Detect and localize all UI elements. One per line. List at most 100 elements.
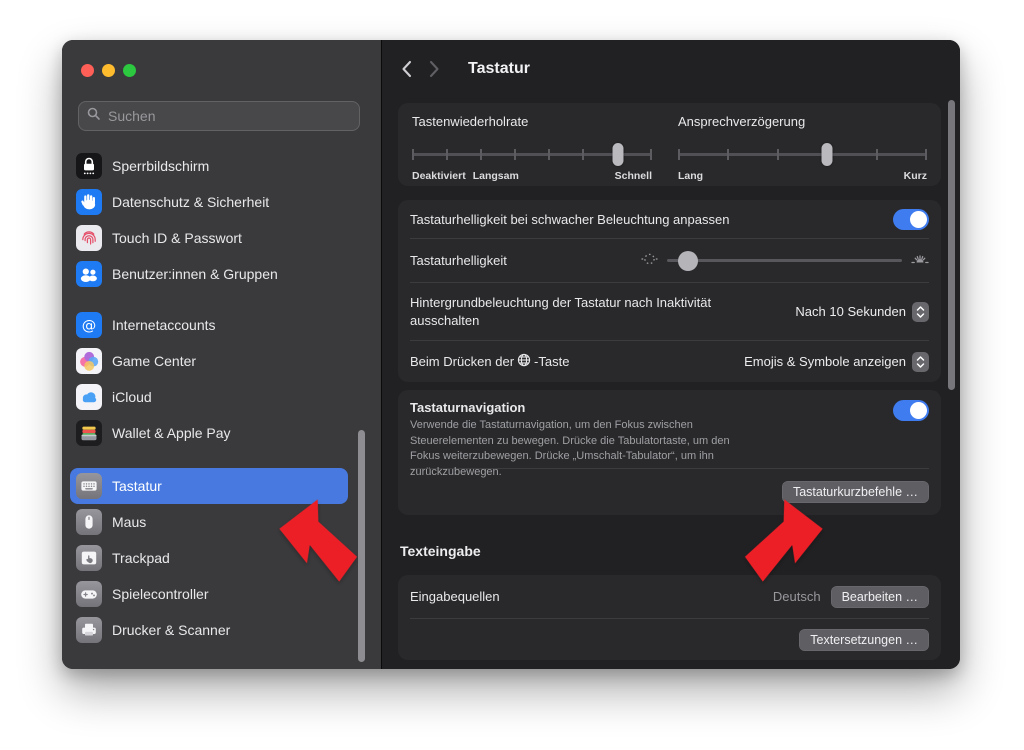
cloud-icon <box>76 384 102 410</box>
scale-label-max: Schnell <box>615 170 652 182</box>
forward-button[interactable] <box>420 55 448 83</box>
brightness-card: Tastaturhelligkeit bei schwacher Beleuch… <box>398 200 941 382</box>
backlight-timeout-pulldown[interactable]: Nach 10 Sekunden <box>795 302 929 322</box>
annotation-arrow-tastatur <box>272 490 369 595</box>
zoom-button[interactable] <box>123 64 136 77</box>
brightness-high-icon <box>911 250 929 272</box>
sidebar-item-datenschutz[interactable]: Datenschutz & Sicherheit <box>70 184 348 220</box>
sidebar-item-label: Game Center <box>112 353 196 369</box>
key-repeat-scale-labels: Deaktiviert Langsam Schnell <box>412 170 652 182</box>
sidebar-item-label: iCloud <box>112 389 152 405</box>
scale-label-min: Lang <box>678 170 703 182</box>
globe-label-prefix: Beim Drücken der <box>410 354 514 369</box>
delay-label: Ansprechverzögerung <box>678 114 927 129</box>
sidebar-item-label: Touch ID & Passwort <box>112 230 242 246</box>
svg-text:@: @ <box>82 318 97 334</box>
slider-knob[interactable] <box>678 251 698 271</box>
system-settings-window: Sperrbildschirm Datenschutz & Sicherheit… <box>62 40 960 669</box>
fingerprint-icon <box>76 225 102 251</box>
mouse-icon <box>76 509 102 535</box>
keyboard-icon <box>76 473 102 499</box>
users-icon <box>76 261 102 287</box>
slider-handle[interactable] <box>822 143 833 166</box>
page-title: Tastatur <box>468 60 530 78</box>
sidebar-item-drucker[interactable]: Drucker & Scanner <box>70 612 348 648</box>
search-icon <box>87 107 100 125</box>
annotation-arrow-shortcuts <box>732 490 829 595</box>
sidebar-item-internetaccounts[interactable]: @ Internetaccounts <box>70 307 348 343</box>
globe-key-label: Beim Drücken der -Taste <box>410 353 569 370</box>
back-button[interactable] <box>392 55 420 83</box>
sidebar-item-touch-id[interactable]: Touch ID & Passwort <box>70 220 348 256</box>
controller-icon <box>76 581 102 607</box>
text-replacements-button[interactable]: Textersetzungen … <box>799 629 929 651</box>
game-center-icon <box>76 348 102 374</box>
printer-icon <box>76 617 102 643</box>
keyboard-navigation-description: Verwende die Tastaturnavigation, um den … <box>410 418 758 480</box>
main-header: Tastatur <box>382 40 960 98</box>
search-input[interactable] <box>106 107 351 125</box>
key-repeat-group: Tastenwiederholrate Deaktiviert Langsam … <box>412 114 652 186</box>
sidebar-item-benutzer[interactable]: Benutzer:innen & Gruppen <box>70 256 348 292</box>
auto-brightness-label: Tastaturhelligkeit bei schwacher Beleuch… <box>410 212 729 227</box>
chevron-up-down-icon <box>912 352 929 372</box>
main-panel: Tastatur Tastenwiederholrate Deaktiviert <box>381 40 960 669</box>
search-field[interactable] <box>78 101 360 131</box>
brightness-low-icon <box>641 250 658 272</box>
wallet-icon <box>76 420 102 446</box>
keyboard-brightness-label: Tastaturhelligkeit <box>410 253 507 268</box>
slider-track <box>667 259 902 262</box>
backlight-timeout-label: Hintergrundbeleuchtung der Tastatur nach… <box>410 294 780 330</box>
text-input-card: Eingabequellen Deutsch Bearbeiten … Text… <box>398 575 941 660</box>
scale-label-min: Deaktiviert <box>412 170 466 182</box>
delay-slider[interactable] <box>678 142 927 166</box>
auto-brightness-toggle[interactable] <box>893 209 929 230</box>
sidebar-item-icloud[interactable]: iCloud <box>70 379 348 415</box>
delay-scale-labels: Lang Kurz <box>678 170 927 182</box>
slider-ticks <box>678 149 927 160</box>
minimize-button[interactable] <box>102 64 115 77</box>
keyboard-navigation-label: Tastaturnavigation <box>410 400 929 415</box>
screenshot-stage: Sperrbildschirm Datenschutz & Sicherheit… <box>0 0 1024 750</box>
scale-label-max: Kurz <box>904 170 927 182</box>
sidebar-item-label: Wallet & Apple Pay <box>112 425 231 441</box>
sidebar-item-label: Sperrbildschirm <box>112 158 209 174</box>
main-scrollbar[interactable] <box>948 100 955 390</box>
traffic-lights <box>81 64 136 77</box>
slider-handle[interactable] <box>612 143 623 166</box>
text-replacements-row: Textersetzungen … <box>410 618 929 660</box>
close-button[interactable] <box>81 64 94 77</box>
edit-input-sources-button[interactable]: Bearbeiten … <box>831 586 929 608</box>
keyboard-navigation-row: Tastaturnavigation Verwende die Tastatur… <box>410 390 929 468</box>
sidebar-item-label: Spielecontroller <box>112 586 209 602</box>
keyboard-brightness-row: Tastaturhelligkeit <box>410 238 929 282</box>
input-sources-row: Eingabequellen Deutsch Bearbeiten … <box>410 575 929 618</box>
keyboard-brightness-slider[interactable] <box>667 251 902 271</box>
globe-label-suffix: -Taste <box>534 354 569 369</box>
globe-key-row: Beim Drücken der -Taste Emojis & Symbole… <box>410 340 929 382</box>
pulldown-value: Emojis & Symbole anzeigen <box>744 354 906 369</box>
lock-icon <box>76 153 102 179</box>
sidebar-item-wallet[interactable]: Wallet & Apple Pay <box>70 415 348 451</box>
trackpad-icon <box>76 545 102 571</box>
sidebar-item-game-center[interactable]: Game Center <box>70 343 348 379</box>
keyboard-navigation-toggle[interactable] <box>893 400 929 421</box>
pulldown-value: Nach 10 Sekunden <box>795 304 906 319</box>
text-input-heading: Texteingabe <box>400 543 481 559</box>
at-icon: @ <box>76 312 102 338</box>
sidebar-item-label: Trackpad <box>112 550 170 566</box>
backlight-timeout-row: Hintergrundbeleuchtung der Tastatur nach… <box>410 282 929 340</box>
key-repeat-label: Tastenwiederholrate <box>412 114 652 129</box>
globe-key-pulldown[interactable]: Emojis & Symbole anzeigen <box>744 352 929 372</box>
hand-icon <box>76 189 102 215</box>
sidebar-item-label: Datenschutz & Sicherheit <box>112 194 269 210</box>
sidebar-item-label: Benutzer:innen & Gruppen <box>112 266 278 282</box>
repeat-rate-card: Tastenwiederholrate Deaktiviert Langsam … <box>398 103 941 186</box>
key-repeat-slider[interactable] <box>412 142 652 166</box>
globe-icon <box>517 353 531 370</box>
auto-brightness-row: Tastaturhelligkeit bei schwacher Beleuch… <box>410 200 929 238</box>
input-sources-label: Eingabequellen <box>410 589 500 604</box>
sidebar-item-label: Tastatur <box>112 478 162 494</box>
sidebar-item-label: Maus <box>112 514 146 530</box>
sidebar-item-sperrbildschirm[interactable]: Sperrbildschirm <box>70 148 348 184</box>
